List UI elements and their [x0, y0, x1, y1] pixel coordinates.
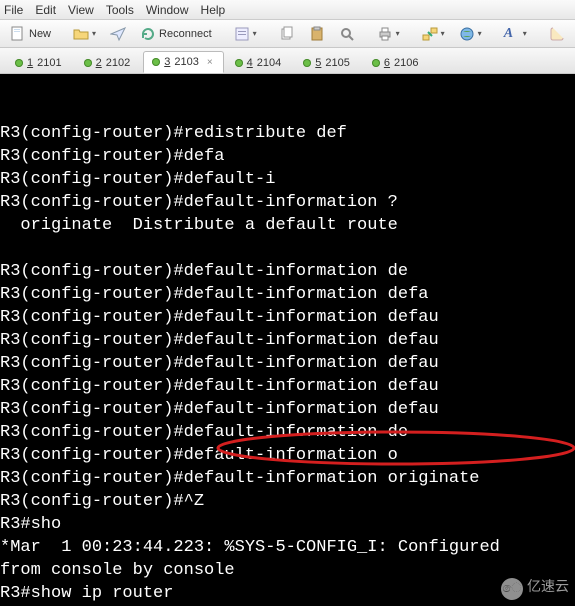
reconnect-icon	[140, 26, 156, 42]
tab-index: 1	[27, 57, 33, 69]
tab-2103[interactable]: 3 2103 ×	[143, 51, 223, 73]
properties-button[interactable]: ▾	[228, 23, 263, 45]
tab-close-icon[interactable]: ×	[207, 57, 213, 68]
watermark-text: 亿速云	[527, 577, 569, 600]
menubar: File Edit View Tools Window Help	[0, 0, 575, 20]
status-dot-icon	[15, 59, 23, 67]
tab-label: 2106	[394, 57, 418, 69]
send-button[interactable]	[104, 23, 132, 45]
watermark-icon: ෙ	[501, 578, 523, 600]
font-icon: A	[504, 26, 520, 42]
transfer-icon	[422, 26, 438, 42]
transfer-button[interactable]: ▾	[416, 23, 451, 45]
chevron-down-icon: ▾	[396, 29, 400, 38]
reconnect-button[interactable]: Reconnect	[134, 23, 218, 45]
watermark: ෙ 亿速云	[501, 577, 569, 600]
copy-button[interactable]	[273, 23, 301, 45]
folder-open-icon	[73, 26, 89, 42]
tab-2101[interactable]: 1 2101	[6, 52, 73, 73]
print-icon	[377, 26, 393, 42]
tab-label: 2102	[106, 57, 130, 69]
chevron-down-icon: ▾	[92, 29, 96, 38]
menu-edit[interactable]: Edit	[35, 3, 56, 17]
globe-button[interactable]: ▾	[453, 23, 488, 45]
toolbar: New ▾ Reconnect ▾ ▾ ▾ ▾ A▾	[0, 20, 575, 48]
copy-icon	[279, 26, 295, 42]
tab-2102[interactable]: 2 2102	[75, 52, 142, 73]
status-dot-icon	[372, 59, 380, 67]
reconnect-label: Reconnect	[159, 28, 212, 40]
script-button[interactable]	[543, 23, 571, 45]
status-dot-icon	[303, 59, 311, 67]
menu-view[interactable]: View	[68, 3, 94, 17]
new-button[interactable]: New	[4, 23, 57, 45]
status-dot-icon	[235, 59, 243, 67]
paste-button[interactable]	[303, 23, 331, 45]
terminal-output: R3(config-router)#redistribute def R3(co…	[0, 122, 575, 606]
font-button[interactable]: A▾	[498, 23, 533, 45]
find-button[interactable]	[333, 23, 361, 45]
tab-index: 4	[247, 57, 253, 69]
search-icon	[339, 26, 355, 42]
properties-icon	[234, 26, 250, 42]
status-dot-icon	[84, 59, 92, 67]
tab-label: 2103	[174, 56, 198, 68]
tab-2104[interactable]: 4 2104	[226, 52, 293, 73]
paper-plane-icon	[110, 26, 126, 42]
tab-2106[interactable]: 6 2106	[363, 52, 430, 73]
chevron-down-icon: ▾	[478, 29, 482, 38]
paste-icon	[309, 26, 325, 42]
tab-index: 3	[164, 56, 170, 68]
tab-index: 5	[315, 57, 321, 69]
new-file-icon	[10, 26, 26, 42]
script-icon	[549, 26, 565, 42]
menu-tools[interactable]: Tools	[106, 3, 134, 17]
tab-2105[interactable]: 5 2105	[294, 52, 361, 73]
chevron-down-icon: ▾	[441, 29, 445, 38]
terminal[interactable]: R3(config-router)#redistribute def R3(co…	[0, 74, 575, 606]
tab-label: 2105	[325, 57, 349, 69]
new-label: New	[29, 28, 51, 40]
menu-file[interactable]: File	[4, 3, 23, 17]
tab-label: 2104	[257, 57, 281, 69]
chevron-down-icon: ▾	[523, 29, 527, 38]
open-button[interactable]: ▾	[67, 23, 102, 45]
menu-help[interactable]: Help	[201, 3, 226, 17]
globe-icon	[459, 26, 475, 42]
menu-window[interactable]: Window	[146, 3, 189, 17]
tab-index: 6	[384, 57, 390, 69]
print-button[interactable]: ▾	[371, 23, 406, 45]
status-dot-icon	[152, 58, 160, 66]
tab-label: 2101	[37, 57, 61, 69]
chevron-down-icon: ▾	[253, 29, 257, 38]
tab-bar: 1 21012 21023 2103×4 21045 21056 2106	[0, 48, 575, 74]
tab-index: 2	[96, 57, 102, 69]
